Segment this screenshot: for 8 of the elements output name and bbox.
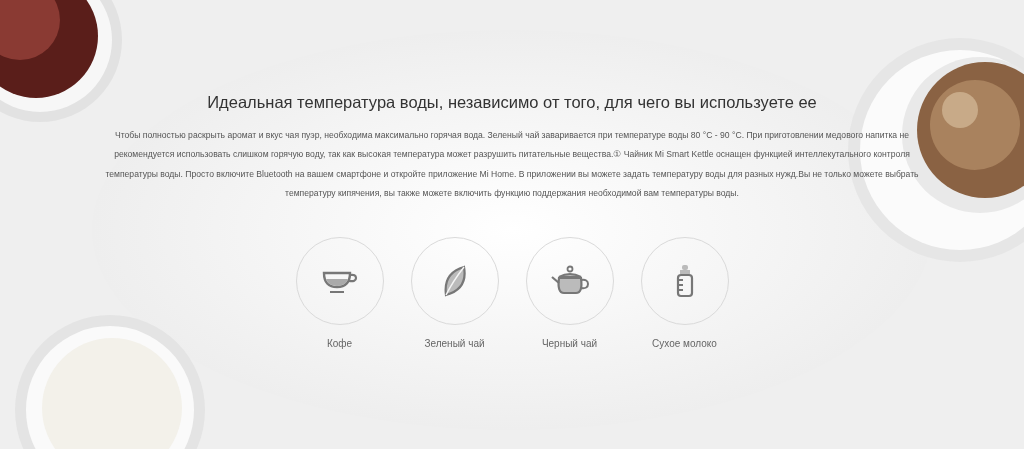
mode-label: Сухое молоко	[652, 338, 717, 350]
leaf-icon	[442, 265, 467, 298]
baby-bottle-icon	[675, 264, 694, 299]
description-paragraph: Чтобы полностью раскрыть аромат и вкус чая пуэр, необходима максимально горячая вода. Зеленый чай заваривается при температуре воды 80 °C - 90 °C. При приготовлении медового напитка не рекомендуется использовать слишком горячую воду, так как высокая температура может разрушить питательные вещества.① Чайник Mi Smart Kettle оснащен функцией интеллекутального контроля температуры воды. Просто включите Bluetooth на вашем смартфоне и откройте приложение Mi Home. В приложении вы можете задать температуру воды для разных нужд.Вы не только можете выбрать температуру кипячения, вы также можете включить функцию поддержания необходимой вам температуры воды.	[104, 129, 920, 200]
section-heading: Идеальная температура воды, независимо от того, для чего вы используете ее	[207, 93, 817, 112]
mode-label: Черный чай	[541, 338, 598, 350]
mode-label: Зеленый чай	[424, 338, 485, 350]
mode-label: Кофе	[326, 338, 353, 350]
